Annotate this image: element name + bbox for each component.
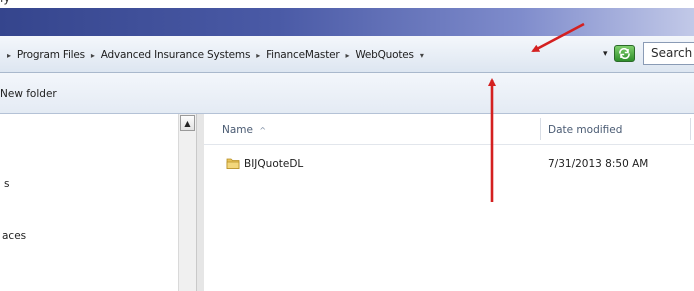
- breadcrumb-separator-icon[interactable]: ▸: [346, 51, 350, 60]
- command-toolbar: New folder: [0, 73, 694, 114]
- file-name[interactable]: BIJQuoteDL: [244, 158, 303, 170]
- folder-icon: [226, 158, 240, 169]
- column-header-date-modified[interactable]: Date modified: [548, 124, 622, 136]
- breadcrumb-item-webquotes[interactable]: WebQuotes: [354, 49, 414, 61]
- file-date-modified: 7/31/2013 8:50 AM: [548, 158, 649, 170]
- file-list-pane: Name ^ Date modified BIJQuoteDL 7/31/201…: [204, 114, 694, 291]
- breadcrumb-separator-icon[interactable]: ▸: [7, 51, 11, 60]
- breadcrumb-separator-icon[interactable]: ▸: [256, 51, 260, 60]
- new-folder-button[interactable]: New folder: [0, 88, 57, 100]
- breadcrumb-item-advanced-insurance-systems[interactable]: Advanced Insurance Systems: [100, 49, 251, 61]
- column-separator[interactable]: [540, 118, 541, 140]
- navigation-scrollbar[interactable]: ▲: [178, 114, 196, 291]
- breadcrumb-dropdown-icon[interactable]: ▾: [420, 51, 424, 60]
- navigation-pane: s aces: [0, 114, 178, 291]
- refresh-button[interactable]: [614, 45, 635, 62]
- title-strip-text: ly: [0, 0, 10, 5]
- breadcrumb-separator-icon[interactable]: ▸: [91, 51, 95, 60]
- search-input[interactable]: Search: [643, 42, 694, 65]
- title-strip: ly: [0, 0, 694, 8]
- file-row[interactable]: BIJQuoteDL 7/31/2013 8:50 AM: [204, 154, 694, 174]
- breadcrumb-item-financemaster[interactable]: FinanceMaster: [265, 49, 340, 61]
- scroll-up-arrow-icon[interactable]: ▲: [180, 115, 195, 131]
- address-history-dropdown-icon[interactable]: ▾: [603, 49, 608, 59]
- window-titlebar: [0, 8, 694, 36]
- pane-divider[interactable]: [196, 114, 204, 291]
- breadcrumb[interactable]: ▸ Program Files ▸ Advanced Insurance Sys…: [2, 47, 429, 63]
- new-folder-label: New folder: [0, 88, 57, 100]
- column-header-name[interactable]: Name ^: [222, 124, 266, 136]
- nav-item[interactable]: aces: [2, 230, 26, 242]
- refresh-icon: [619, 48, 630, 59]
- nav-item[interactable]: s: [4, 178, 9, 190]
- column-separator[interactable]: [690, 118, 691, 140]
- column-header-name-label: Name: [222, 124, 253, 136]
- sort-ascending-icon: ^: [259, 126, 267, 135]
- search-placeholder: Search: [651, 46, 693, 60]
- address-bar: ▸ Program Files ▸ Advanced Insurance Sys…: [0, 36, 694, 73]
- column-header-row: Name ^ Date modified: [204, 114, 694, 145]
- breadcrumb-item-program-files[interactable]: Program Files: [16, 49, 86, 61]
